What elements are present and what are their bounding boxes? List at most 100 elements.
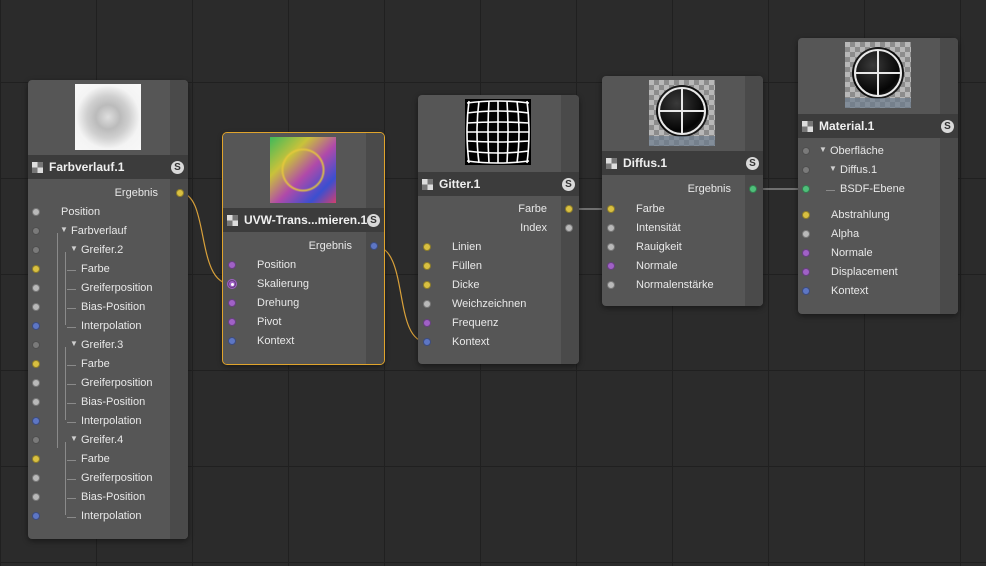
solo-badge[interactable]: S	[746, 156, 759, 170]
input-port[interactable]	[32, 512, 40, 520]
expand-triangle-icon[interactable]: ▼	[70, 244, 78, 253]
input-port-row-frequenz[interactable]: Frequenz	[418, 314, 579, 333]
solo-badge[interactable]: S	[367, 213, 380, 227]
input-port-row-position[interactable]: Position	[223, 256, 384, 275]
input-port-row-drehung[interactable]: Drehung	[223, 294, 384, 313]
input-port-row-bias-position[interactable]: Bias-Position	[28, 488, 188, 507]
input-port-row-diffus-1[interactable]: ▼ Diffus.1	[798, 161, 958, 180]
node-material[interactable]: Material.1 S ▼ Oberfläche ▼ Diffus.1 BSDF-Eb…	[798, 38, 958, 314]
output-port[interactable]	[370, 242, 378, 250]
input-port[interactable]	[423, 243, 431, 251]
input-port[interactable]	[423, 300, 431, 308]
input-port[interactable]	[802, 211, 810, 219]
input-port-row-interpolation[interactable]: Interpolation	[28, 412, 188, 431]
input-port[interactable]	[423, 262, 431, 270]
input-port-row-pivot[interactable]: Pivot	[223, 313, 384, 332]
node-diffus[interactable]: Diffus.1 S Ergebnis Farbe Intensität Rauig…	[602, 76, 763, 306]
input-port-row-füllen[interactable]: Füllen	[418, 257, 579, 276]
input-port-row-interpolation[interactable]: Interpolation	[28, 317, 188, 336]
input-port[interactable]	[423, 338, 431, 346]
input-port-row-farbe[interactable]: Farbe	[28, 355, 188, 374]
input-port-row-rauigkeit[interactable]: Rauigkeit	[602, 238, 763, 257]
node-gitter[interactable]: Gitter.1 S Farbe Index Linien Füllen Dicke…	[418, 95, 579, 364]
input-port[interactable]	[32, 246, 40, 254]
input-port[interactable]	[802, 147, 810, 155]
input-port[interactable]	[228, 318, 236, 326]
input-port[interactable]	[32, 379, 40, 387]
input-port[interactable]	[423, 319, 431, 327]
input-port-row-abstrahlung[interactable]: Abstrahlung	[798, 206, 958, 225]
input-port[interactable]	[32, 227, 40, 235]
input-port[interactable]	[607, 262, 615, 270]
input-port[interactable]	[32, 436, 40, 444]
input-port[interactable]	[32, 398, 40, 406]
input-port-row-greifer-2[interactable]: ▼ Greifer.2	[28, 241, 188, 260]
input-port-row-kontext[interactable]: Kontext	[418, 333, 579, 352]
input-port-row-interpolation[interactable]: Interpolation	[28, 507, 188, 526]
expand-triangle-icon[interactable]: ▼	[60, 225, 68, 234]
output-port[interactable]	[565, 224, 573, 232]
node-header[interactable]: Gitter.1 S	[418, 172, 579, 196]
input-port-row-weichzeichnen[interactable]: Weichzeichnen	[418, 295, 579, 314]
input-port-row-alpha[interactable]: Alpha	[798, 225, 958, 244]
input-port-row-farbverlauf[interactable]: ▼ Farbverlauf	[28, 222, 188, 241]
input-port-row-normalenstärke[interactable]: Normalenstärke	[602, 276, 763, 295]
input-port[interactable]	[607, 205, 615, 213]
output-port-row-index[interactable]: Index	[418, 219, 579, 238]
output-port-row[interactable]: Ergebnis	[602, 180, 763, 199]
solo-badge[interactable]: S	[941, 119, 954, 133]
output-port[interactable]	[176, 189, 184, 197]
input-port[interactable]	[32, 284, 40, 292]
input-port-row-normale[interactable]: Normale	[602, 257, 763, 276]
input-port-row-kontext[interactable]: Kontext	[798, 282, 958, 301]
input-port[interactable]	[32, 341, 40, 349]
input-port[interactable]	[32, 455, 40, 463]
input-port[interactable]	[32, 265, 40, 273]
input-port-row-oberfläche[interactable]: ▼ Oberfläche	[798, 142, 958, 161]
input-port[interactable]	[607, 224, 615, 232]
expand-triangle-icon[interactable]: ▼	[70, 434, 78, 443]
input-port-row-position[interactable]: Position	[28, 203, 188, 222]
expand-triangle-icon[interactable]: ▼	[70, 339, 78, 348]
input-port-row-farbe[interactable]: Farbe	[28, 260, 188, 279]
input-port[interactable]	[32, 360, 40, 368]
expand-triangle-icon[interactable]: ▼	[819, 145, 827, 154]
input-port[interactable]	[802, 166, 810, 174]
input-port-row-farbe[interactable]: Farbe	[602, 200, 763, 219]
input-port[interactable]	[802, 287, 810, 295]
input-port-row-normale[interactable]: Normale	[798, 244, 958, 263]
solo-badge[interactable]: S	[562, 177, 575, 191]
input-port[interactable]	[802, 185, 810, 193]
input-port[interactable]	[32, 303, 40, 311]
expand-triangle-icon[interactable]: ▼	[829, 164, 837, 173]
input-port-row-greiferposition[interactable]: Greiferposition	[28, 374, 188, 393]
node-header[interactable]: Material.1 S	[798, 114, 958, 138]
input-port[interactable]	[607, 281, 615, 289]
input-port-row-kontext[interactable]: Kontext	[223, 332, 384, 351]
input-port-row-linien[interactable]: Linien	[418, 238, 579, 257]
input-port[interactable]	[228, 299, 236, 307]
input-port[interactable]	[32, 322, 40, 330]
input-port-row-greifer-3[interactable]: ▼ Greifer.3	[28, 336, 188, 355]
input-port[interactable]	[228, 261, 236, 269]
input-port[interactable]	[802, 249, 810, 257]
node-header[interactable]: UVW-Trans...mieren.1 S	[223, 208, 384, 232]
input-port-row-bsdf-ebene[interactable]: BSDF-Ebene	[798, 180, 958, 199]
input-port-row-greifer-4[interactable]: ▼ Greifer.4	[28, 431, 188, 450]
input-port[interactable]	[802, 268, 810, 276]
input-port[interactable]	[423, 281, 431, 289]
input-port[interactable]	[32, 417, 40, 425]
node-header[interactable]: Diffus.1 S	[602, 151, 763, 175]
input-port-row-skalierung[interactable]: Skalierung	[223, 275, 384, 294]
output-port-row[interactable]: Ergebnis	[223, 237, 384, 256]
input-port-row-intensität[interactable]: Intensität	[602, 219, 763, 238]
input-port-row-dicke[interactable]: Dicke	[418, 276, 579, 295]
input-port-row-greiferposition[interactable]: Greiferposition	[28, 279, 188, 298]
input-port-row-bias-position[interactable]: Bias-Position	[28, 393, 188, 412]
output-port-row-farbe[interactable]: Farbe	[418, 200, 579, 219]
input-port-row-greiferposition[interactable]: Greiferposition	[28, 469, 188, 488]
input-port-row-displacement[interactable]: Displacement	[798, 263, 958, 282]
input-port[interactable]	[32, 474, 40, 482]
node-farbverlauf[interactable]: Farbverlauf.1 S Ergebnis Position ▼ Farbve…	[28, 80, 188, 539]
output-port[interactable]	[565, 205, 573, 213]
